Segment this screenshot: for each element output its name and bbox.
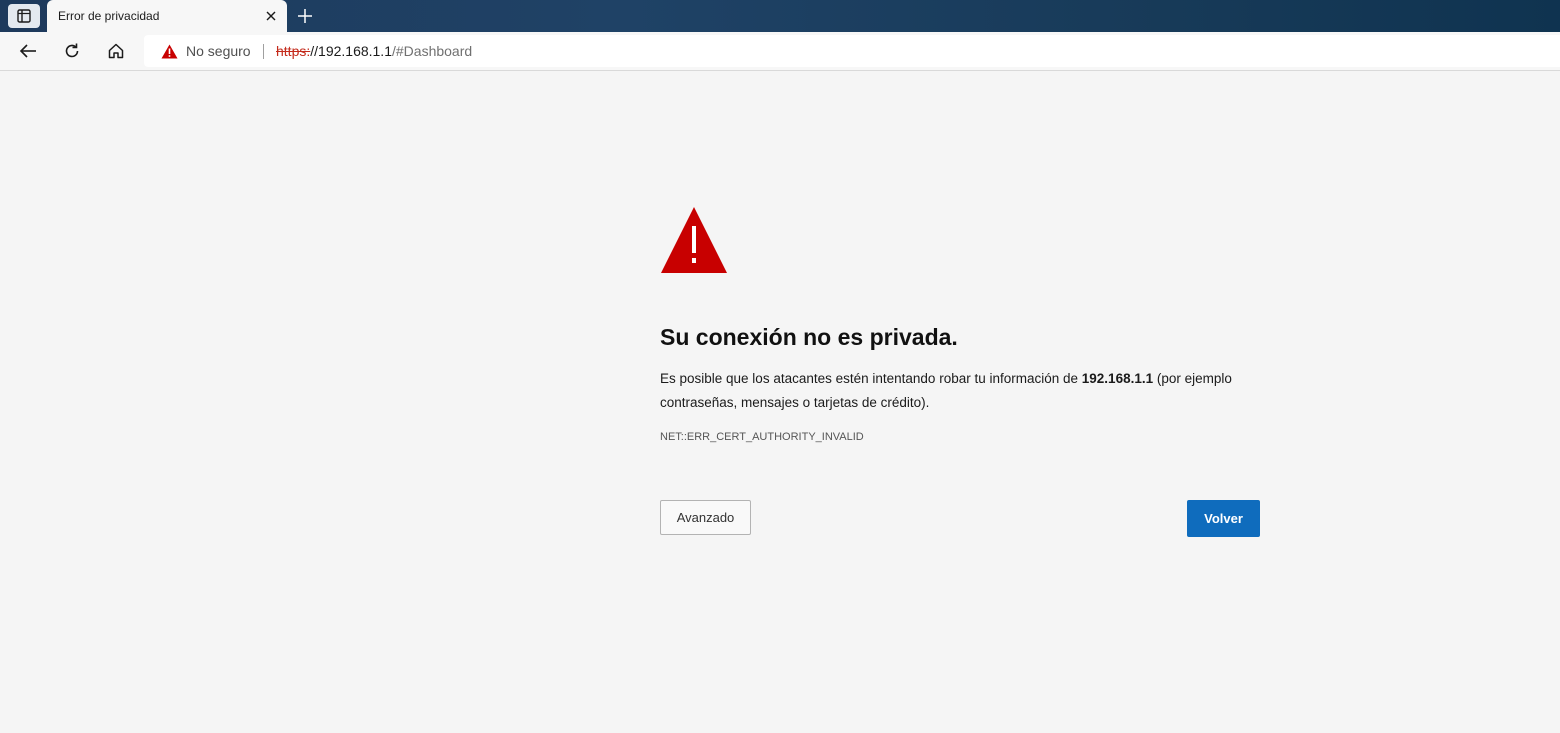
- address-bar[interactable]: No seguro https://192.168.1.1/#Dashboard: [144, 35, 1560, 67]
- browser-toolbar: No seguro https://192.168.1.1/#Dashboard: [0, 32, 1560, 71]
- new-tab-button[interactable]: [294, 5, 316, 27]
- warning-icon: [661, 207, 727, 273]
- error-description: Es posible que los atacantes estén inten…: [660, 367, 1260, 415]
- home-icon: [108, 43, 124, 59]
- url-path: /#Dashboard: [392, 43, 473, 59]
- tab-active[interactable]: Error de privacidad: [47, 0, 287, 32]
- tab-strip: Error de privacidad: [0, 0, 1560, 32]
- url-host: //192.168.1.1: [310, 43, 392, 59]
- back-to-safety-button[interactable]: Volver: [1187, 500, 1260, 537]
- refresh-button[interactable]: [59, 38, 85, 64]
- page-title: Su conexión no es privada.: [660, 324, 958, 350]
- tab-actions-button[interactable]: [8, 4, 40, 28]
- description-text: Es posible que los atacantes estén inten…: [660, 371, 1082, 386]
- warning-icon[interactable]: [161, 44, 178, 59]
- url-text[interactable]: https://192.168.1.1/#Dashboard: [276, 43, 472, 59]
- tab-close-button[interactable]: [264, 9, 278, 23]
- back-button[interactable]: [15, 38, 41, 64]
- url-scheme: https:: [276, 43, 311, 59]
- address-divider: [263, 44, 264, 59]
- home-button[interactable]: [103, 38, 129, 64]
- tab-actions-icon: [17, 9, 31, 23]
- plus-icon: [298, 9, 312, 23]
- refresh-icon: [65, 43, 79, 58]
- error-code[interactable]: NET::ERR_CERT_AUTHORITY_INVALID: [660, 431, 864, 443]
- security-status[interactable]: No seguro: [186, 43, 251, 59]
- advanced-button[interactable]: Avanzado: [660, 500, 751, 535]
- back-arrow-icon: [19, 44, 36, 58]
- tab-title: Error de privacidad: [58, 9, 160, 23]
- close-icon: [266, 11, 276, 21]
- description-host: 192.168.1.1: [1081, 371, 1154, 386]
